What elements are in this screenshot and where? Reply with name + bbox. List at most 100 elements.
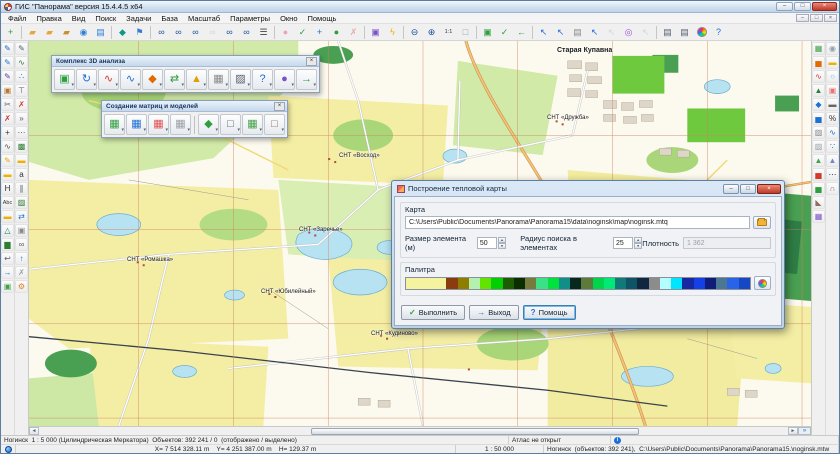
points-icon[interactable]: ∴ <box>15 70 28 83</box>
relief-matrix-icon[interactable]: ▨ <box>812 140 825 153</box>
pencil-icon[interactable]: ✎ <box>1 42 14 55</box>
open-document-icon[interactable]: ▤ <box>92 25 109 40</box>
confirm-pen-icon[interactable]: ✓ <box>294 25 311 40</box>
area-fill-icon[interactable]: ▩ <box>15 140 28 153</box>
mdi-restore-button[interactable]: □ <box>810 14 823 22</box>
map-3d-view-icon[interactable]: ▣ <box>54 69 75 90</box>
palette-color-9[interactable] <box>536 278 547 289</box>
select-area-icon[interactable]: ▣ <box>479 25 496 40</box>
pencil-help-icon[interactable]: ✎ <box>1 70 14 83</box>
palette-color-4[interactable] <box>480 278 491 289</box>
scroll-right-icon[interactable]: ► <box>788 427 798 435</box>
palette-color-6[interactable] <box>503 278 514 289</box>
maximize-button[interactable]: □ <box>794 2 811 11</box>
mtw-doc-icon[interactable]: □ <box>264 114 285 135</box>
palette-color-22[interactable] <box>682 278 693 289</box>
color-wheel-icon[interactable] <box>693 25 710 40</box>
hatch-pen-icon[interactable]: ▨ <box>230 69 251 90</box>
link-objects-icon[interactable]: ∞ <box>15 238 28 251</box>
palette-color-13[interactable] <box>581 278 592 289</box>
heatmap-dialog-title-bar[interactable]: Построение тепловой карты – □ × <box>394 183 782 196</box>
t-line-icon[interactable]: ⊤ <box>15 84 28 97</box>
dialog-minimize-button[interactable]: – <box>723 184 739 194</box>
create-site-icon[interactable]: ⚑ <box>131 25 148 40</box>
bridge-icon[interactable]: ∩ <box>826 182 839 195</box>
menu-масштаб[interactable]: Масштаб <box>183 14 225 23</box>
palette-edit-button[interactable] <box>754 276 771 290</box>
help-button[interactable]: ? Помощь <box>523 305 576 320</box>
slope-icon[interactable]: ◣ <box>812 196 825 209</box>
marker-box-icon[interactable]: ▣ <box>1 84 14 97</box>
swap-arrows-icon[interactable]: ⇄ <box>15 210 28 223</box>
node-pen-icon[interactable]: ● <box>328 25 345 40</box>
palette-color-26[interactable] <box>727 278 738 289</box>
map-question-icon[interactable]: ? <box>252 69 273 90</box>
tin-model-icon[interactable]: ◆ <box>198 114 219 135</box>
profile-chart-icon[interactable]: ∿ <box>120 69 141 90</box>
menu-окно[interactable]: Окно <box>275 14 302 23</box>
find-object-icon[interactable]: ∞ <box>221 25 238 40</box>
mdi-minimize-button[interactable]: – <box>796 14 809 22</box>
layers-icon[interactable]: ◆ <box>114 25 131 40</box>
add-pen-icon[interactable]: + <box>311 25 328 40</box>
chart-layers-icon[interactable]: ◆ <box>812 98 825 111</box>
select-prev-icon[interactable]: ← <box>513 25 530 40</box>
spline-icon[interactable]: ∿ <box>1 140 14 153</box>
frame-icon[interactable]: □ <box>457 25 474 40</box>
clipboard-a-icon[interactable]: ▤ <box>569 25 586 40</box>
yellow-pencil-icon[interactable]: ✎ <box>1 154 14 167</box>
palette-color-17[interactable] <box>626 278 637 289</box>
chart-red-icon[interactable]: ▅ <box>812 168 825 181</box>
mdi-close-button[interactable]: × <box>824 14 837 22</box>
rect-overlap-icon[interactable]: ▣ <box>826 84 839 97</box>
surface-3d-icon[interactable]: ▲ <box>812 154 825 167</box>
ellipse-icon[interactable]: ○ <box>826 70 839 83</box>
spline-green-icon[interactable]: ∿ <box>15 56 28 69</box>
info-icon[interactable]: i <box>614 437 621 444</box>
palette-color-20[interactable] <box>660 278 671 289</box>
scale-1-1-icon[interactable]: 1:1 <box>440 25 457 40</box>
pan-mode-icon[interactable]: » <box>798 427 811 435</box>
menu-правка[interactable]: Правка <box>31 14 66 23</box>
sphere-icon[interactable]: ● <box>274 69 295 90</box>
copy-object-icon[interactable]: ▣ <box>15 224 28 237</box>
map-graphic-icon[interactable]: ▣ <box>367 25 384 40</box>
open-data-icon[interactable]: ▰ <box>41 25 58 40</box>
chart-green-icon[interactable]: ▅ <box>812 182 825 195</box>
map-doc-icon[interactable]: □ <box>220 114 241 135</box>
matrix-quality-icon[interactable]: ▦ <box>170 114 191 135</box>
line-points-icon[interactable]: ⋯ <box>826 168 839 181</box>
find-icon[interactable]: ∞ <box>153 25 170 40</box>
panel-3d-title-bar[interactable]: Комплекс 3D анализа × <box>52 56 319 67</box>
scatter-icon[interactable]: ∵ <box>826 140 839 153</box>
print-icon[interactable]: ▤ <box>659 25 676 40</box>
undo-icon[interactable]: ↩ <box>1 252 14 265</box>
find-area-icon[interactable]: ∞ <box>204 25 221 40</box>
palette-color-1[interactable] <box>446 278 457 289</box>
menu-вид[interactable]: Вид <box>67 14 91 23</box>
matrix-heat-icon[interactable]: ▦ <box>148 114 169 135</box>
pointer-panel-icon[interactable]: ↖ <box>535 25 552 40</box>
parallel-icon[interactable]: ∥ <box>15 182 28 195</box>
text-abc-icon[interactable]: Abc <box>1 196 14 209</box>
open-geoportal-icon[interactable]: ◉ <box>75 25 92 40</box>
chart-profile-icon[interactable]: ∿ <box>812 70 825 83</box>
palette-color-2[interactable] <box>458 278 469 289</box>
grid-matrix-icon[interactable]: ▦ <box>242 114 263 135</box>
stairs-icon[interactable]: ▆ <box>1 238 14 251</box>
chart-bars-icon[interactable]: ▅ <box>812 56 825 69</box>
points-chart-icon[interactable]: ∿ <box>98 69 119 90</box>
palette-color-27[interactable] <box>739 278 750 289</box>
hatched-circle-icon[interactable]: ◉ <box>826 42 839 55</box>
flashlight2-icon[interactable]: ▬ <box>15 154 28 167</box>
layers-stack-icon[interactable]: ◆ <box>142 69 163 90</box>
map-canvas[interactable]: Старая КупавнаСНТ «Дружба»СНТ «Восход»СН… <box>29 41 811 426</box>
mark-object-icon[interactable]: ● <box>277 25 294 40</box>
exit-button[interactable]: → Выход <box>469 305 518 320</box>
palette-color-10[interactable] <box>548 278 559 289</box>
search-radius-input[interactable] <box>613 237 633 249</box>
minimize-button[interactable]: – <box>776 2 793 11</box>
palette-color-21[interactable] <box>671 278 682 289</box>
palette-color-25[interactable] <box>716 278 727 289</box>
flashlight-a-icon[interactable]: ▬ <box>1 168 14 181</box>
